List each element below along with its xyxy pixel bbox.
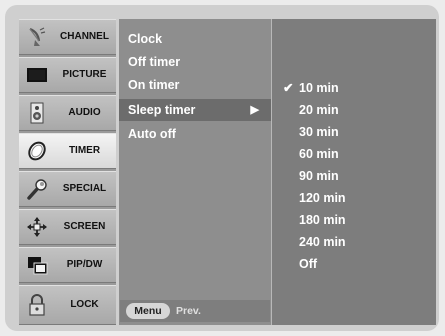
option-90-min[interactable]: 90 min	[272, 165, 436, 187]
category-timer[interactable]: TIMER	[19, 133, 116, 169]
category-screen[interactable]: SCREEN	[19, 209, 116, 245]
category-lock[interactable]: LOCK	[19, 285, 116, 325]
arrow-right-icon: ▶	[250, 104, 259, 116]
prev-label: Prev.	[176, 305, 201, 317]
option-label: 240 min	[299, 235, 346, 249]
category-pip-dw[interactable]: PIP/DW	[19, 247, 116, 283]
padlock-icon	[26, 294, 48, 316]
submenu-item-label: On timer	[128, 78, 180, 92]
category-channel[interactable]: CHANNEL	[19, 19, 116, 55]
submenu-item-off-timer[interactable]: Off timer	[119, 51, 271, 73]
option-180-min[interactable]: 180 min	[272, 209, 436, 231]
checkmark-icon: ✔	[283, 81, 294, 95]
option-20-min[interactable]: 20 min	[272, 99, 436, 121]
submenu-item-clock[interactable]: Clock	[119, 28, 271, 50]
option-label: 120 min	[299, 191, 346, 205]
option-label: 30 min	[299, 125, 339, 139]
option-10-min[interactable]: ✔ 10 min	[272, 77, 436, 99]
category-label: TIMER	[68, 145, 101, 156]
option-240-min[interactable]: 240 min	[272, 231, 436, 253]
speaker-icon	[26, 102, 48, 124]
category-audio[interactable]: AUDIO	[19, 95, 116, 131]
category-label: PICTURE	[62, 69, 107, 80]
submenu-item-on-timer[interactable]: On timer	[119, 74, 271, 96]
satellite-dish-icon	[26, 26, 48, 48]
option-30-min[interactable]: 30 min	[272, 121, 436, 143]
option-off[interactable]: Off	[272, 253, 436, 275]
category-sidebar: CHANNEL PICTURE AUDIO TIMER SPECIAL SCRE…	[19, 19, 116, 325]
category-label: PIP/DW	[66, 259, 103, 270]
move-arrows-icon	[26, 216, 48, 238]
submenu-item-label: Clock	[128, 32, 163, 46]
option-label: 180 min	[299, 213, 346, 227]
submenu-item-label: Auto off	[128, 127, 176, 141]
timer-submenu: Clock Off timer On timer Sleep timer ▶ A…	[119, 19, 272, 325]
sleep-timer-options: ✔ 10 min 20 min 30 min 60 min 90 min 120…	[272, 19, 436, 325]
menu-button[interactable]: Menu	[126, 303, 170, 319]
category-picture[interactable]: PICTURE	[19, 57, 116, 93]
option-label: 20 min	[299, 103, 339, 117]
category-label: SPECIAL	[62, 183, 107, 194]
submenu-item-sleep-timer[interactable]: Sleep timer ▶	[119, 99, 271, 121]
category-label: AUDIO	[68, 107, 101, 118]
clock-icon	[26, 140, 48, 162]
category-special[interactable]: SPECIAL	[19, 171, 116, 207]
pip-windows-icon	[26, 254, 48, 276]
option-60-min[interactable]: 60 min	[272, 143, 436, 165]
tv-screen-icon	[26, 64, 48, 86]
category-label: LOCK	[70, 299, 99, 310]
category-label: SCREEN	[63, 221, 106, 232]
option-120-min[interactable]: 120 min	[272, 187, 436, 209]
option-label: 10 min	[299, 81, 339, 95]
wrench-icon	[26, 178, 48, 200]
option-label: 60 min	[299, 147, 339, 161]
submenu-item-label: Off timer	[128, 55, 181, 69]
submenu-item-label: Sleep timer	[128, 103, 196, 117]
submenu-footer: Menu Prev.	[120, 300, 270, 322]
category-label: CHANNEL	[60, 31, 109, 42]
option-label: Off	[299, 257, 318, 271]
option-label: 90 min	[299, 169, 339, 183]
submenu-item-auto-off[interactable]: Auto off	[119, 123, 271, 145]
